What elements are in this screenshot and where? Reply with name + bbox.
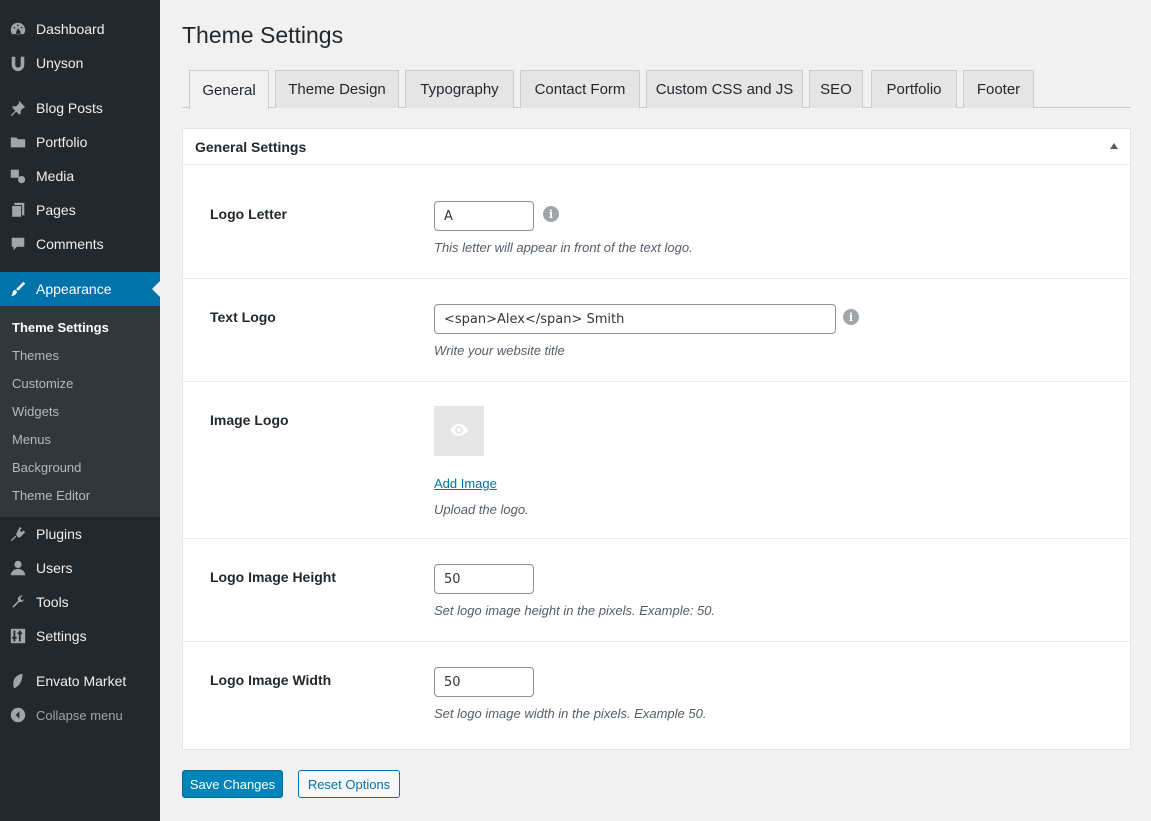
collapse-arrow-icon[interactable] (1110, 143, 1118, 149)
menu-item-comments[interactable]: Comments (0, 227, 160, 261)
folder-icon (0, 133, 36, 151)
menu-item-appearance[interactable]: Appearance (0, 272, 160, 306)
field-label: Logo Image Height (210, 569, 336, 585)
field-row-logo-letter: Logo Letter i This letter will appear in… (183, 166, 1130, 279)
menu-label: Plugins (36, 526, 82, 542)
tab-seo[interactable]: SEO (809, 70, 863, 108)
menu-label: Blog Posts (36, 100, 103, 116)
field-label: Text Logo (210, 309, 276, 325)
field-label: Logo Image Width (210, 672, 332, 688)
menu-item-plugins[interactable]: Plugins (0, 517, 160, 551)
unyson-icon (0, 54, 36, 72)
menu-label: Unyson (36, 55, 84, 71)
logo-letter-input[interactable] (434, 201, 534, 231)
menu-label: Media (36, 168, 75, 184)
text-logo-input[interactable] (434, 304, 836, 334)
menu-label: Dashboard (36, 21, 105, 37)
menu-label: Portfolio (36, 134, 88, 150)
menu-label: Tools (36, 594, 69, 610)
submenu-item-theme-settings[interactable]: Theme Settings (12, 320, 109, 336)
brush-icon (0, 280, 36, 298)
eye-icon (450, 423, 468, 439)
general-settings-panel: General Settings Logo Letter i This lett… (182, 128, 1131, 750)
menu-label: Users (36, 560, 73, 576)
menu-label: Collapse menu (36, 707, 123, 723)
field-row-logo-width: Logo Image Width Set logo image width in… (183, 642, 1130, 749)
wrench-icon (0, 593, 36, 611)
tab-custom-css-js[interactable]: Custom CSS and JS (646, 70, 803, 108)
page-title: Theme Settings (182, 22, 344, 48)
logo-width-input[interactable] (434, 667, 534, 697)
media-icon (0, 167, 36, 185)
field-description: This letter will appear in front of the … (434, 240, 693, 255)
field-label: Logo Letter (210, 206, 287, 222)
leaf-icon (0, 672, 36, 690)
collapse-menu-button[interactable]: Collapse menu (0, 698, 160, 732)
dashboard-icon (0, 20, 36, 38)
menu-item-users[interactable]: Users (0, 551, 160, 585)
info-icon[interactable]: i (543, 206, 559, 222)
collapse-icon (0, 706, 36, 724)
tab-contact-form[interactable]: Contact Form (520, 70, 640, 108)
info-icon[interactable]: i (843, 309, 859, 325)
panel-title: General Settings (195, 138, 307, 155)
tab-general[interactable]: General (189, 70, 269, 109)
reset-options-button[interactable]: Reset Options (298, 770, 400, 798)
field-label: Image Logo (210, 412, 289, 428)
menu-item-pages[interactable]: Pages (0, 193, 160, 227)
menu-item-blog-posts[interactable]: Blog Posts (0, 91, 160, 125)
field-description: Set logo image height in the pixels. Exa… (434, 603, 716, 618)
submenu-item-customize[interactable]: Customize (12, 376, 73, 392)
menu-label: Envato Market (36, 673, 127, 689)
field-description: Set logo image width in the pixels. Exam… (434, 706, 707, 721)
submenu-item-widgets[interactable]: Widgets (12, 404, 59, 420)
menu-item-envato-market[interactable]: Envato Market (0, 664, 160, 698)
settings-tabs: General Theme Design Typography Contact … (182, 70, 1131, 109)
menu-item-settings[interactable]: Settings (0, 619, 160, 653)
logo-height-input[interactable] (434, 564, 534, 594)
plugin-icon (0, 525, 36, 543)
menu-item-unyson[interactable]: Unyson (0, 46, 160, 80)
field-description: Upload the logo. (434, 502, 529, 517)
field-description: Write your website title (434, 343, 565, 358)
image-placeholder[interactable] (434, 406, 484, 456)
submenu-item-menus[interactable]: Menus (12, 432, 51, 448)
tab-footer[interactable]: Footer (963, 70, 1034, 108)
menu-label: Pages (36, 202, 76, 218)
save-changes-button[interactable]: Save Changes (182, 770, 283, 798)
menu-item-media[interactable]: Media (0, 159, 160, 193)
menu-label: Comments (36, 236, 104, 252)
add-image-link[interactable]: Add Image (434, 476, 497, 491)
user-icon (0, 559, 36, 577)
menu-item-dashboard[interactable]: Dashboard (0, 12, 160, 46)
tab-theme-design[interactable]: Theme Design (275, 70, 399, 108)
panel-header[interactable]: General Settings (183, 129, 1130, 165)
field-row-text-logo: Text Logo i Write your website title (183, 279, 1130, 382)
tab-portfolio[interactable]: Portfolio (871, 70, 957, 108)
menu-label: Appearance (36, 281, 112, 297)
menu-item-portfolio[interactable]: Portfolio (0, 125, 160, 159)
submenu-item-background[interactable]: Background (12, 460, 81, 476)
submenu-item-theme-editor[interactable]: Theme Editor (12, 488, 90, 504)
comment-icon (0, 235, 36, 253)
sliders-icon (0, 627, 36, 645)
submenu-item-themes[interactable]: Themes (12, 348, 59, 364)
field-row-image-logo: Image Logo Add Image Upload the logo. (183, 382, 1130, 539)
appearance-submenu: Theme Settings Themes Customize Widgets … (0, 306, 160, 517)
tab-typography[interactable]: Typography (405, 70, 514, 108)
pin-icon (0, 99, 36, 117)
pages-icon (0, 201, 36, 219)
menu-label: Settings (36, 628, 87, 644)
admin-sidebar: Dashboard Unyson Blog Posts Portfolio Me… (0, 0, 160, 821)
menu-item-tools[interactable]: Tools (0, 585, 160, 619)
field-row-logo-height: Logo Image Height Set logo image height … (183, 539, 1130, 642)
